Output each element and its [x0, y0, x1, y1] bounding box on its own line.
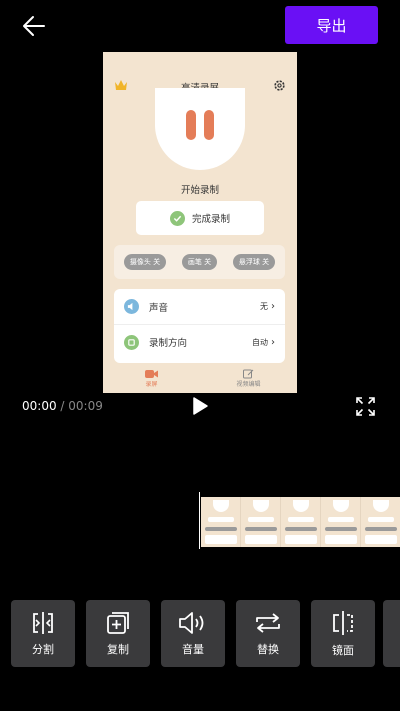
setting-sound-label: 声音 — [149, 302, 169, 314]
track-frame — [361, 497, 400, 547]
setting-sound: 声音 无 › — [114, 289, 285, 324]
playhead[interactable] — [199, 492, 200, 549]
volume-button[interactable]: 音量 — [161, 600, 225, 667]
setting-orientation: 录制方向 自动 › — [114, 324, 285, 359]
copy-label: 复制 — [107, 642, 129, 656]
brush-toggle: 画笔 关 — [181, 254, 218, 270]
volume-label: 音量 — [182, 642, 204, 656]
nav-item-record-label: 录屏 — [145, 380, 158, 388]
rotate-icon — [124, 334, 139, 350]
camera-toggle: 摄像头 关 — [123, 254, 167, 270]
setting-orientation-label: 录制方向 — [149, 338, 188, 349]
back-button[interactable] — [20, 12, 48, 40]
gear-icon — [274, 80, 285, 91]
record-icon — [145, 369, 158, 378]
pause-recording-button — [155, 88, 245, 170]
duration: 00:09 — [68, 399, 103, 413]
fullscreen-button[interactable] — [356, 397, 375, 420]
mirror-button[interactable]: 镜面 — [311, 600, 375, 667]
export-button[interactable]: 导出 — [285, 6, 378, 44]
setting-sound-value: 无 — [260, 302, 268, 311]
split-label: 分割 — [32, 642, 54, 656]
time-separator: / — [56, 399, 69, 413]
float-ball-toggle: 悬浮球 关 — [232, 254, 276, 270]
chevron-right-icon: › — [271, 336, 275, 348]
preview-bottom-nav: 录屏 视频编辑 — [103, 363, 297, 393]
playback-time: 00:00 / 00:09 — [22, 399, 103, 413]
current-time: 00:00 — [22, 399, 57, 413]
check-icon — [169, 210, 185, 226]
speaker-icon — [124, 299, 139, 314]
fullscreen-icon — [356, 397, 375, 416]
play-icon — [193, 397, 208, 415]
split-icon — [33, 611, 53, 634]
copy-icon — [107, 611, 129, 634]
edit-toolbar: 分割 复制 音量 替换 镜面 — [11, 600, 375, 667]
nav-item-edit: 视频编辑 — [200, 363, 297, 393]
copy-button[interactable]: 复制 — [86, 600, 150, 667]
toggle-row: 摄像头 关 画笔 关 悬浮球 关 — [114, 245, 285, 279]
mirror-label: 镜面 — [332, 643, 354, 657]
finish-recording-label: 完成录制 — [191, 214, 230, 225]
start-recording-label: 开始录制 — [180, 185, 219, 196]
chevron-right-icon: › — [271, 301, 275, 312]
video-track[interactable] — [201, 497, 400, 547]
arrow-left-icon — [23, 16, 45, 36]
track-frame — [281, 497, 321, 547]
more-tool-button[interactable] — [383, 600, 400, 667]
replace-label: 替换 — [257, 642, 279, 656]
replace-icon — [256, 612, 280, 633]
split-button[interactable]: 分割 — [11, 600, 75, 667]
volume-icon — [179, 611, 204, 634]
nav-item-record: 录屏 — [103, 363, 200, 393]
play-button[interactable] — [190, 396, 210, 420]
track-frame — [241, 497, 281, 547]
track-frame — [321, 497, 361, 547]
replace-button[interactable]: 替换 — [236, 600, 300, 667]
track-frame — [201, 497, 241, 547]
video-preview: 高清录屏 开始录制 完成录制 摄像头 关 画笔 关 悬浮球 关 声音 无 › — [103, 52, 297, 393]
mirror-icon — [333, 610, 353, 635]
settings-card: 声音 无 › 录制方向 自动 › — [114, 289, 285, 363]
nav-item-edit-label: 视频编辑 — [236, 380, 261, 388]
setting-orientation-value: 自动 — [252, 337, 268, 347]
finish-recording-button: 完成录制 — [136, 201, 264, 235]
edit-icon — [243, 369, 254, 378]
